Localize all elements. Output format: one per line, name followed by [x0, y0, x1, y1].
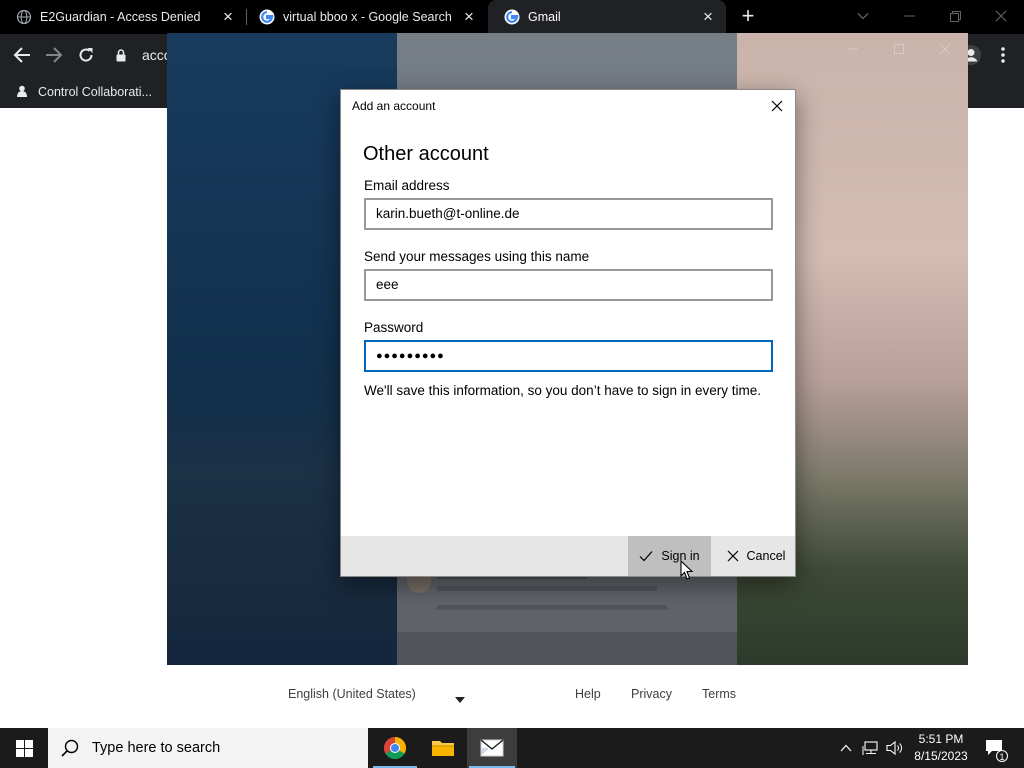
mail-item-blur [437, 605, 667, 610]
dialog-heading: Other account [363, 143, 489, 165]
lock-icon[interactable] [113, 42, 129, 68]
dialog-title: Add an account [352, 99, 436, 113]
chrome-menu-icon[interactable] [990, 42, 1016, 68]
clock-date: 8/15/2023 [914, 749, 968, 763]
terms-link[interactable]: Terms [702, 687, 736, 701]
tab-title: E2Guardian - Access Denied [40, 10, 201, 24]
tab-gmail[interactable]: Gmail × [488, 0, 726, 34]
mail-maximize-icon[interactable] [876, 33, 922, 65]
add-account-dialog: Add an account Other account Email addre… [340, 89, 796, 577]
chevron-down-icon[interactable] [455, 692, 465, 706]
close-tab-icon[interactable]: × [459, 7, 479, 27]
tab-search-chevron-icon[interactable] [840, 0, 886, 32]
language-label: English (United States) [288, 687, 416, 701]
checkmark-icon [639, 551, 653, 562]
chrome-taskbar-icon[interactable] [371, 728, 419, 768]
mail-list-footer [397, 632, 737, 665]
network-icon[interactable] [860, 728, 882, 768]
mail-item-blur [437, 586, 657, 591]
windows-taskbar: Type here to search 5:51 PM 8/15/2023 1 [0, 728, 1024, 768]
minimize-icon[interactable] [886, 0, 932, 32]
bookmark-icon [17, 85, 27, 97]
cancel-label: Cancel [746, 549, 786, 563]
mail-bottom-nav [167, 628, 397, 665]
volume-icon[interactable] [884, 728, 906, 768]
file-explorer-icon[interactable] [419, 728, 467, 768]
reload-icon[interactable] [73, 42, 99, 68]
email-field[interactable]: karin.bueth@t-online.de [364, 198, 773, 230]
search-icon [61, 739, 79, 757]
help-link[interactable]: Help [575, 687, 601, 701]
windows-start-icon[interactable] [0, 728, 48, 768]
tab-google-search[interactable]: virtual bboo x - Google Search × [243, 0, 487, 34]
bookmark-control-collaboration[interactable]: Control Collaborati... [14, 82, 152, 102]
mail-taskbar-icon[interactable] [467, 728, 517, 768]
mail-close-icon[interactable] [922, 33, 968, 65]
cancel-button[interactable]: Cancel [717, 536, 795, 576]
name-label: Send your messages using this name [364, 249, 590, 264]
close-window-icon[interactable] [978, 0, 1024, 32]
google-icon [259, 9, 275, 25]
language-selector[interactable]: English (United States) [288, 687, 416, 701]
tab-title: Gmail [528, 10, 561, 24]
system-clock[interactable]: 5:51 PM 8/15/2023 [906, 731, 976, 765]
search-placeholder: Type here to search [92, 740, 221, 756]
close-icon [727, 550, 738, 562]
google-icon [504, 9, 520, 25]
tab-title: virtual bboo x - Google Search [283, 10, 452, 24]
name-field[interactable]: eee [364, 269, 773, 301]
close-tab-icon[interactable]: × [698, 7, 718, 27]
new-tab-button[interactable]: + [736, 5, 760, 29]
mouse-cursor-icon [680, 560, 694, 580]
browser-tab-strip: E2Guardian - Access Denied × virtual bbo… [0, 0, 1024, 34]
globe-icon [16, 9, 32, 25]
dialog-footer: Sign in Cancel [341, 536, 795, 576]
back-arrow-icon[interactable] [9, 42, 35, 68]
clock-time: 5:51 PM [918, 732, 964, 746]
forward-arrow-icon[interactable] [41, 42, 67, 68]
password-field[interactable]: ●●●●●●●●● [364, 340, 773, 372]
close-tab-icon[interactable]: × [218, 7, 238, 27]
restore-icon[interactable] [932, 0, 978, 32]
privacy-link[interactable]: Privacy [631, 687, 672, 701]
taskbar-search-box[interactable]: Type here to search [48, 728, 368, 768]
password-label: Password [364, 320, 424, 335]
email-label: Email address [364, 178, 450, 193]
sign-in-button[interactable]: Sign in [628, 536, 711, 576]
close-icon[interactable] [769, 98, 785, 114]
notification-center-icon[interactable]: 1 [980, 728, 1010, 768]
bookmark-label: Control Collaborati... [38, 85, 152, 99]
chevron-up-icon[interactable] [836, 728, 856, 768]
notification-count-badge: 1 [996, 750, 1008, 762]
tab-e2guardian[interactable]: E2Guardian - Access Denied × [0, 0, 246, 34]
save-info-note: We'll save this information, so you don’… [364, 383, 762, 398]
mail-minimize-icon[interactable] [830, 33, 876, 65]
